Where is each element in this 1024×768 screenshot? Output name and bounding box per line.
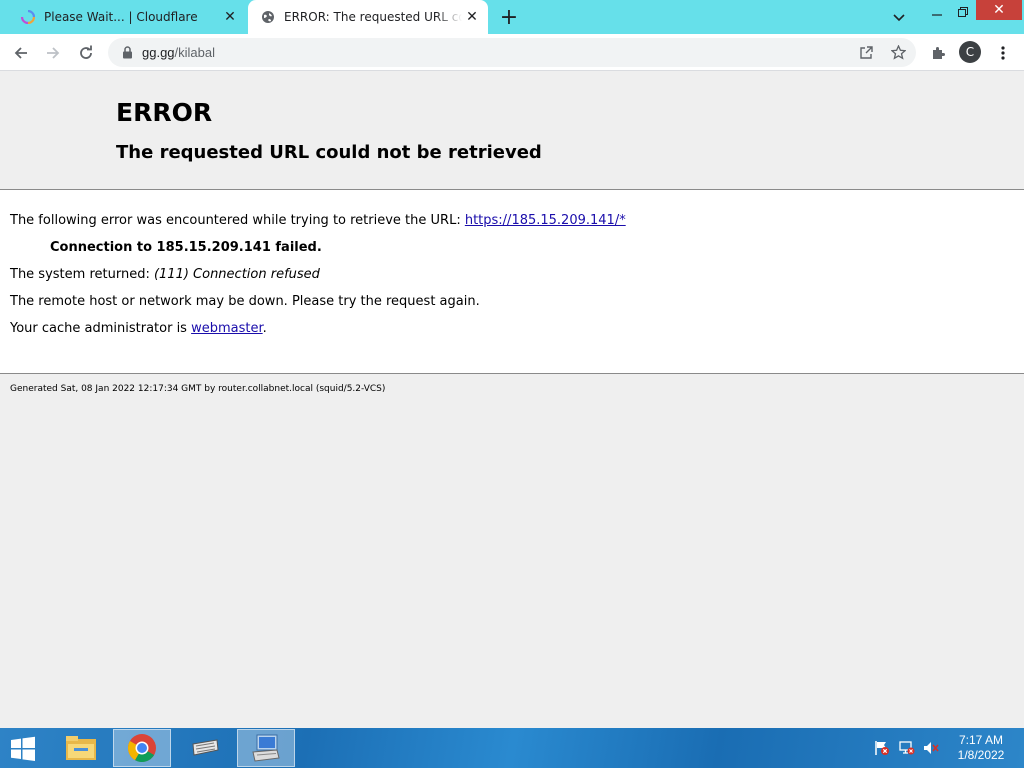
forward-arrow-icon[interactable] bbox=[40, 40, 66, 66]
tab-title: ERROR: The requested URL could not be re… bbox=[284, 10, 462, 24]
loading-icon bbox=[20, 9, 36, 25]
url-host: gg.gg bbox=[142, 45, 175, 60]
profile-avatar[interactable]: C bbox=[959, 41, 981, 63]
new-tab-button[interactable]: + bbox=[496, 5, 522, 30]
reload-icon[interactable] bbox=[73, 40, 99, 66]
action-center-flag-icon[interactable] bbox=[872, 738, 892, 758]
volume-muted-icon[interactable] bbox=[921, 738, 941, 758]
more-menu-icon[interactable] bbox=[990, 40, 1016, 66]
error-url-link[interactable]: https://185.15.209.141/* bbox=[465, 213, 626, 228]
close-window-button[interactable]: ✕ bbox=[976, 0, 1022, 20]
restore-button[interactable] bbox=[950, 0, 976, 24]
page-subtitle: The requested URL could not be retrieved bbox=[116, 142, 542, 163]
close-tab-icon[interactable]: ✕ bbox=[220, 7, 240, 27]
system-returned-value: (111) Connection refused bbox=[153, 267, 320, 282]
windows-taskbar: 7:17 AM 1/8/2022 bbox=[0, 728, 1024, 768]
error-body: The following error was encountered whil… bbox=[0, 190, 1024, 374]
start-windows-icon[interactable] bbox=[4, 734, 42, 764]
cache-admin-suffix: . bbox=[262, 321, 267, 336]
cache-admin-text: Your cache administrator is bbox=[10, 321, 192, 336]
intro-text: The following error was encountered whil… bbox=[10, 213, 465, 228]
tab-strip: Please Wait... | Cloudflare ✕ ERROR: The… bbox=[0, 0, 1024, 34]
clock[interactable]: 7:17 AM 1/8/2022 bbox=[950, 733, 1012, 763]
generated-footer: Generated Sat, 08 Jan 2022 12:17:34 GMT … bbox=[10, 384, 386, 394]
url-text: gg.gg/kilabal bbox=[142, 45, 215, 60]
page-content: ERROR The requested URL could not be ret… bbox=[0, 71, 1024, 728]
network-icon[interactable] bbox=[897, 738, 917, 758]
tab-search-icon[interactable] bbox=[888, 6, 910, 30]
tab-title: Please Wait... | Cloudflare bbox=[44, 10, 198, 24]
extensions-puzzle-icon[interactable] bbox=[925, 40, 951, 66]
intro-line: The following error was encountered whil… bbox=[10, 213, 626, 228]
connection-message: Connection to 185.15.209.141 failed. bbox=[50, 240, 322, 255]
file-explorer-icon[interactable] bbox=[52, 729, 110, 767]
clock-time: 7:17 AM bbox=[958, 733, 1004, 747]
url-path: /kilabal bbox=[174, 45, 216, 60]
share-icon[interactable] bbox=[854, 40, 878, 64]
clock-date: 1/8/2022 bbox=[957, 748, 1005, 762]
remote-desktop-icon[interactable] bbox=[237, 729, 295, 767]
system-returned-label: The system returned: bbox=[10, 267, 154, 282]
tab-error[interactable]: ERROR: The requested URL could not be re… bbox=[248, 0, 488, 34]
close-tab-icon[interactable]: ✕ bbox=[462, 7, 482, 27]
tab-cloudflare[interactable]: Please Wait... | Cloudflare ✕ bbox=[8, 0, 246, 34]
system-returned-line: The system returned: (111) Connection re… bbox=[10, 267, 320, 282]
address-bar[interactable]: gg.gg/kilabal bbox=[108, 38, 916, 67]
keyboard-icon[interactable] bbox=[176, 729, 234, 767]
lock-icon[interactable] bbox=[120, 46, 134, 60]
chrome-icon[interactable] bbox=[113, 729, 171, 767]
bookmark-star-icon[interactable] bbox=[886, 40, 910, 64]
error-header: ERROR The requested URL could not be ret… bbox=[0, 71, 1024, 190]
browser-toolbar: gg.gg/kilabal C bbox=[0, 34, 1024, 71]
cache-admin-line: Your cache administrator is webmaster. bbox=[10, 321, 267, 336]
minimize-button[interactable] bbox=[924, 0, 950, 24]
webmaster-link[interactable]: webmaster bbox=[191, 321, 263, 336]
page-title: ERROR bbox=[116, 98, 213, 127]
remote-host-message: The remote host or network may be down. … bbox=[10, 294, 480, 309]
back-arrow-icon[interactable] bbox=[8, 40, 34, 66]
globe-icon bbox=[260, 9, 276, 25]
